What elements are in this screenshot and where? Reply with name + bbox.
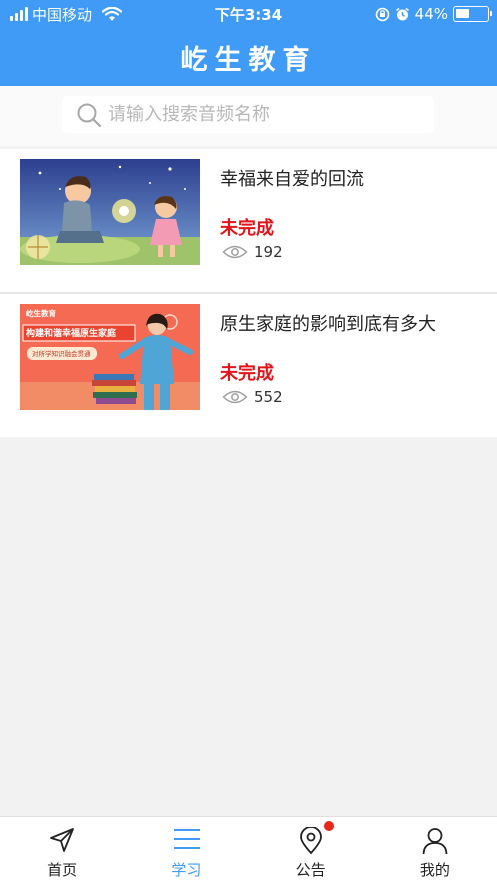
tab-profile[interactable]: 我的 — [373, 817, 497, 883]
eye-icon — [222, 245, 248, 259]
list-item[interactable]: 幸福来自爱的回流 未完成 192 — [0, 149, 497, 292]
send-icon — [50, 828, 74, 852]
status-badge: 未完成 — [220, 218, 274, 239]
item-title: 原生家庭的影响到底有多大 — [220, 314, 436, 335]
search-input[interactable] — [108, 104, 408, 125]
item-thumbnail — [20, 159, 200, 265]
rotation-lock-icon — [375, 7, 389, 21]
battery-percent: 44% — [414, 5, 448, 23]
thumb-tagline-text: 对所学知识融会贯通 — [32, 349, 91, 358]
thumb-headline-text: 构建和谐幸福原生家庭 — [26, 327, 117, 339]
page-title: 屹生教育 — [180, 45, 317, 76]
view-count: 552 — [222, 388, 283, 406]
alarm-icon — [395, 7, 409, 20]
view-count-value: 552 — [254, 388, 283, 406]
thumbnail-image: 屹生教育 构建和谐幸福原生家庭 对所学知识融会贯通 — [20, 304, 200, 410]
status-bar: 中国移动 下午3:34 44% — [0, 0, 497, 28]
search-box[interactable] — [62, 96, 434, 133]
tab-announcements[interactable]: 公告 — [249, 817, 373, 883]
tab-label: 首页 — [47, 861, 78, 879]
status-badge: 未完成 — [220, 363, 274, 384]
tab-label: 公告 — [295, 861, 326, 879]
thumbnail-image — [20, 159, 200, 265]
menu-icon — [174, 829, 201, 849]
view-count-value: 192 — [254, 243, 283, 261]
tab-label: 学习 — [171, 861, 202, 879]
item-title: 幸福来自爱的回流 — [220, 169, 364, 190]
eye-icon — [222, 390, 248, 404]
search-icon — [77, 103, 102, 127]
user-icon — [422, 828, 448, 855]
search-bar — [0, 86, 497, 146]
location-pin-icon — [299, 827, 322, 855]
header: 中国移动 下午3:34 44% 屹生教育 — [0, 0, 497, 86]
tab-study[interactable]: 学习 — [124, 817, 248, 883]
item-thumbnail: 屹生教育 构建和谐幸福原生家庭 对所学知识融会贯通 — [20, 304, 200, 410]
tab-bar: 首页 学习 公告 我的 — [0, 816, 497, 883]
tab-home[interactable]: 首页 — [0, 817, 124, 883]
battery-icon — [453, 6, 492, 22]
notification-dot — [323, 821, 334, 831]
view-count: 192 — [222, 243, 283, 261]
thumb-brand-text: 屹生教育 — [26, 308, 56, 318]
tab-label: 我的 — [419, 861, 450, 879]
list-item[interactable]: 屹生教育 构建和谐幸福原生家庭 对所学知识融会贯通 原生家庭的影响到底有多大 未… — [0, 294, 497, 437]
